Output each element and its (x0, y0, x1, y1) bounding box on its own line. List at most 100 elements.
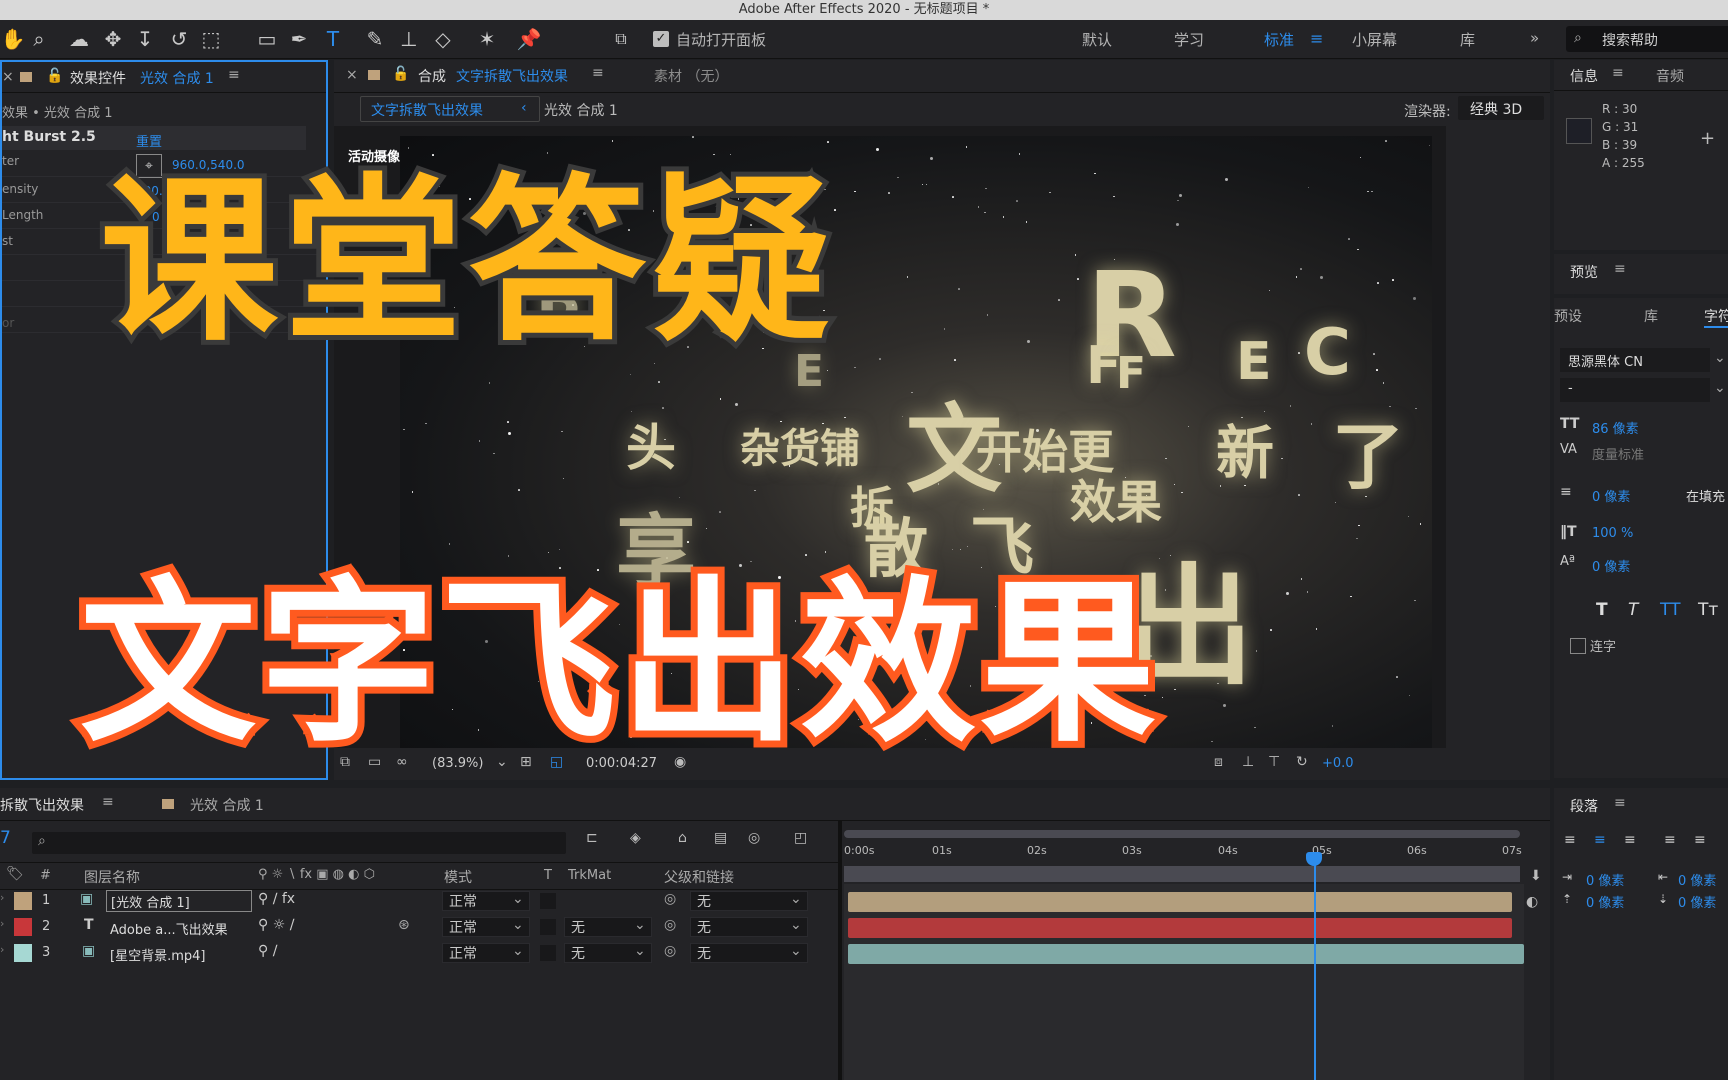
fast-preview-icon[interactable]: ⧈ (1214, 754, 1223, 770)
expand-arrow-icon[interactable]: › (0, 917, 4, 930)
parent-chevron-icon[interactable]: ⌄ (790, 943, 802, 959)
all-caps-icon[interactable]: TT (1660, 600, 1680, 620)
info-tab[interactable]: 信息 (1570, 66, 1598, 86)
motion-blur-icon[interactable]: ◎ (748, 830, 760, 846)
workspace-library[interactable]: 库 (1460, 29, 1475, 50)
space-before-value[interactable]: 0 像素 (1586, 892, 1624, 911)
type-tool-icon[interactable]: T (320, 26, 346, 52)
time-ruler[interactable]: 0:00s 01s 02s 03s 04s 05s 06s 07s (844, 844, 1524, 860)
playhead-handle[interactable] (1306, 852, 1322, 866)
anchor-tool-icon[interactable]: ⬚ (198, 26, 224, 52)
indent-left-value[interactable]: 0 像素 (1586, 870, 1624, 889)
pickwhip-icon[interactable]: ◎ (664, 917, 676, 933)
font-style-dropdown[interactable]: - (1560, 378, 1710, 402)
brush-tool-icon[interactable]: ✎ (362, 26, 388, 52)
layer-label-color[interactable] (14, 944, 32, 962)
trkmat-chevron-icon[interactable]: ⌄ (634, 943, 646, 959)
layer-duration-bar[interactable] (848, 944, 1524, 964)
workspace-menu-icon[interactable]: ≡ (1310, 29, 1323, 48)
search-help-input[interactable]: ⌕ 搜索帮助 (1566, 26, 1728, 52)
puppet-tool-icon[interactable]: ✶ (474, 26, 500, 52)
font-family-dropdown[interactable]: 思源黑体 CN (1560, 348, 1710, 372)
layer-duration-bar[interactable] (848, 918, 1512, 938)
layer-row[interactable]: › 3 ▣ [星空背景.mp4] ⚲ ∕ 正常 ⌄ 无 ⌄ ◎ 无 ⌄ (0, 940, 838, 966)
paragraph-title[interactable]: 段落 (1570, 796, 1598, 816)
layer-name[interactable]: Adobe a...飞出效果 (110, 919, 228, 938)
style-chevron-icon[interactable]: ⌄ (1714, 380, 1726, 396)
footage-tab[interactable]: 素材 （无） (654, 66, 728, 86)
space-after-value[interactable]: 0 像素 (1678, 892, 1716, 911)
pickwhip-icon[interactable]: ◎ (664, 943, 676, 959)
mode-chevron-icon[interactable]: ⌄ (512, 917, 524, 933)
layer-switches[interactable]: ⚲ ☼ ∕ (258, 917, 294, 933)
preserve-transparency-toggle[interactable] (540, 945, 556, 961)
layer-duration-bar[interactable] (848, 892, 1512, 912)
mode-chevron-icon[interactable]: ⌄ (512, 943, 524, 959)
presets-tab[interactable]: 预设 (1554, 306, 1582, 326)
mode-chevron-icon[interactable]: ⌄ (512, 891, 524, 907)
close-icon[interactable]: × (2, 69, 14, 85)
playhead[interactable] (1314, 858, 1316, 1080)
graph-editor-icon[interactable]: ◰ (794, 830, 807, 846)
comp-mini-flow-icon[interactable]: ⊏ (586, 830, 598, 846)
pen-tool-icon[interactable]: ✒ (286, 26, 312, 52)
comp-tab-prefix[interactable]: 合成 (418, 66, 446, 86)
timeline-menu-icon[interactable]: ≡ (102, 794, 114, 810)
rotate-tool-icon[interactable]: ↺ (166, 26, 192, 52)
vscale-value[interactable]: 100 % (1592, 526, 1633, 541)
ligature-checkbox[interactable] (1570, 638, 1586, 654)
workspace-small-screen[interactable]: 小屏幕 (1352, 29, 1397, 50)
lock-icon[interactable]: 🔓 (46, 68, 63, 84)
library-tab[interactable]: 库 (1644, 306, 1658, 326)
collapse-icon[interactable]: ⊛ (398, 917, 410, 933)
layer-label-color[interactable] (14, 892, 32, 910)
exposure-value[interactable]: +0.0 (1322, 756, 1354, 771)
comp-marker-icon[interactable]: ⬇ (1530, 868, 1542, 884)
preview-menu-icon[interactable]: ≡ (1614, 261, 1626, 277)
align-right-icon[interactable]: ≡ (1624, 832, 1636, 848)
rectangle-tool-icon[interactable]: ▭ (254, 26, 280, 52)
effect-name[interactable]: ht Burst 2.5 (2, 129, 96, 145)
font-chevron-icon[interactable]: ⌄ (1714, 350, 1726, 366)
panel-menu-icon[interactable]: ≡ (228, 67, 240, 83)
flowchart-icon[interactable]: ⊤ (1268, 754, 1280, 770)
timeline-divider[interactable] (838, 820, 842, 1080)
workspace-learn[interactable]: 学习 (1174, 29, 1204, 50)
clone-stamp-icon[interactable]: ⊥ (396, 26, 422, 52)
layer-name-field[interactable]: [光效 合成 1] (106, 890, 252, 912)
timeline-tab-other[interactable]: 光效 合成 1 (190, 795, 264, 815)
layer-search-input[interactable]: ⌕ (32, 832, 566, 854)
pickwhip-icon[interactable]: ◎ (664, 891, 676, 907)
comp-tab-name[interactable]: 文字拆散飞出效果 (456, 66, 568, 86)
baseline-value[interactable]: 0 像素 (1592, 556, 1630, 575)
track-area[interactable] (844, 884, 1524, 1080)
small-caps-icon[interactable]: Tт (1698, 600, 1718, 620)
reset-exposure-icon[interactable]: ↻ (1296, 754, 1308, 770)
preview-title[interactable]: 预览 (1570, 262, 1598, 282)
preserve-transparency-toggle[interactable] (540, 893, 556, 909)
comp-lock-icon[interactable]: 🔓 (392, 66, 409, 82)
current-time-display[interactable]: 7 (0, 828, 11, 848)
character-tab[interactable]: 字符 (1704, 306, 1728, 328)
kerning-value[interactable]: 度量标准 (1592, 444, 1644, 463)
work-area-bar[interactable] (844, 866, 1520, 882)
timeline-icon[interactable]: ⊥ (1242, 754, 1254, 770)
workspace-default[interactable]: 默认 (1082, 29, 1112, 50)
faux-bold-icon[interactable]: T (1596, 600, 1608, 620)
col-layer-name[interactable]: 图层名称 (84, 867, 140, 887)
zoom-tool-icon[interactable]: ⌕ (26, 26, 52, 52)
justify-center-icon[interactable]: ≡ (1694, 832, 1706, 848)
frame-blend-icon[interactable]: ▤ (714, 830, 727, 846)
paragraph-menu-icon[interactable]: ≡ (1614, 795, 1626, 811)
effect-controls-target[interactable]: 光效 合成 1 (140, 68, 214, 88)
timeline-tab-active[interactable]: 拆散飞出效果 (0, 795, 84, 815)
parent-chevron-icon[interactable]: ⌄ (790, 917, 802, 933)
align-left-icon[interactable]: ≡ (1564, 832, 1576, 848)
parent-chevron-icon[interactable]: ⌄ (790, 891, 802, 907)
faux-italic-icon[interactable]: T (1628, 600, 1638, 620)
shy-icon[interactable]: ⌂ (678, 830, 687, 846)
trkmat-chevron-icon[interactable]: ⌄ (634, 917, 646, 933)
orbit-camera-icon[interactable]: ☁ (66, 26, 92, 52)
comp-button-icon[interactable]: ◐ (1526, 894, 1538, 910)
pin-tool-icon[interactable]: 📌 (516, 26, 542, 52)
